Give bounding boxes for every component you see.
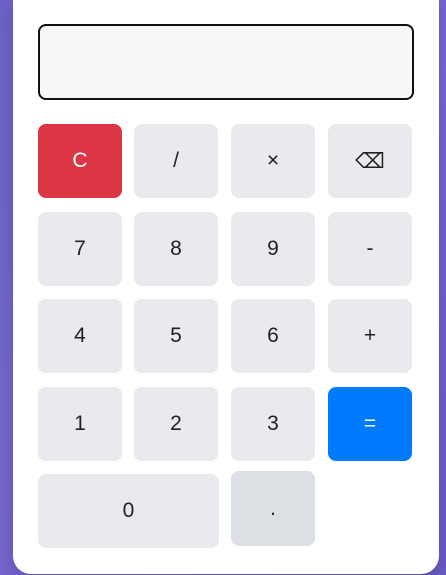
clear-button[interactable]: C (38, 124, 122, 198)
subtract-button[interactable]: - (328, 212, 412, 286)
backspace-button[interactable]: ⌫ (328, 124, 412, 198)
digit-8-button[interactable]: 8 (134, 212, 218, 286)
digit-3-button[interactable]: 3 (231, 387, 315, 461)
decimal-button[interactable]: . (231, 471, 315, 546)
divide-button[interactable]: / (134, 124, 218, 198)
digit-5-button[interactable]: 5 (134, 299, 218, 373)
digit-1-button[interactable]: 1 (38, 387, 122, 461)
digit-9-button[interactable]: 9 (231, 212, 315, 286)
display-field[interactable] (38, 24, 414, 100)
multiply-button[interactable]: × (231, 124, 315, 198)
digit-0-button[interactable]: 0 (38, 474, 219, 548)
add-button[interactable]: + (328, 299, 412, 373)
equals-button[interactable]: = (328, 387, 412, 461)
digit-4-button[interactable]: 4 (38, 299, 122, 373)
digit-7-button[interactable]: 7 (38, 212, 122, 286)
calculator: C / × ⌫ 7 8 9 - 4 5 6 + 1 2 3 = 0 . (13, 0, 439, 574)
digit-2-button[interactable]: 2 (134, 387, 218, 461)
digit-6-button[interactable]: 6 (231, 299, 315, 373)
